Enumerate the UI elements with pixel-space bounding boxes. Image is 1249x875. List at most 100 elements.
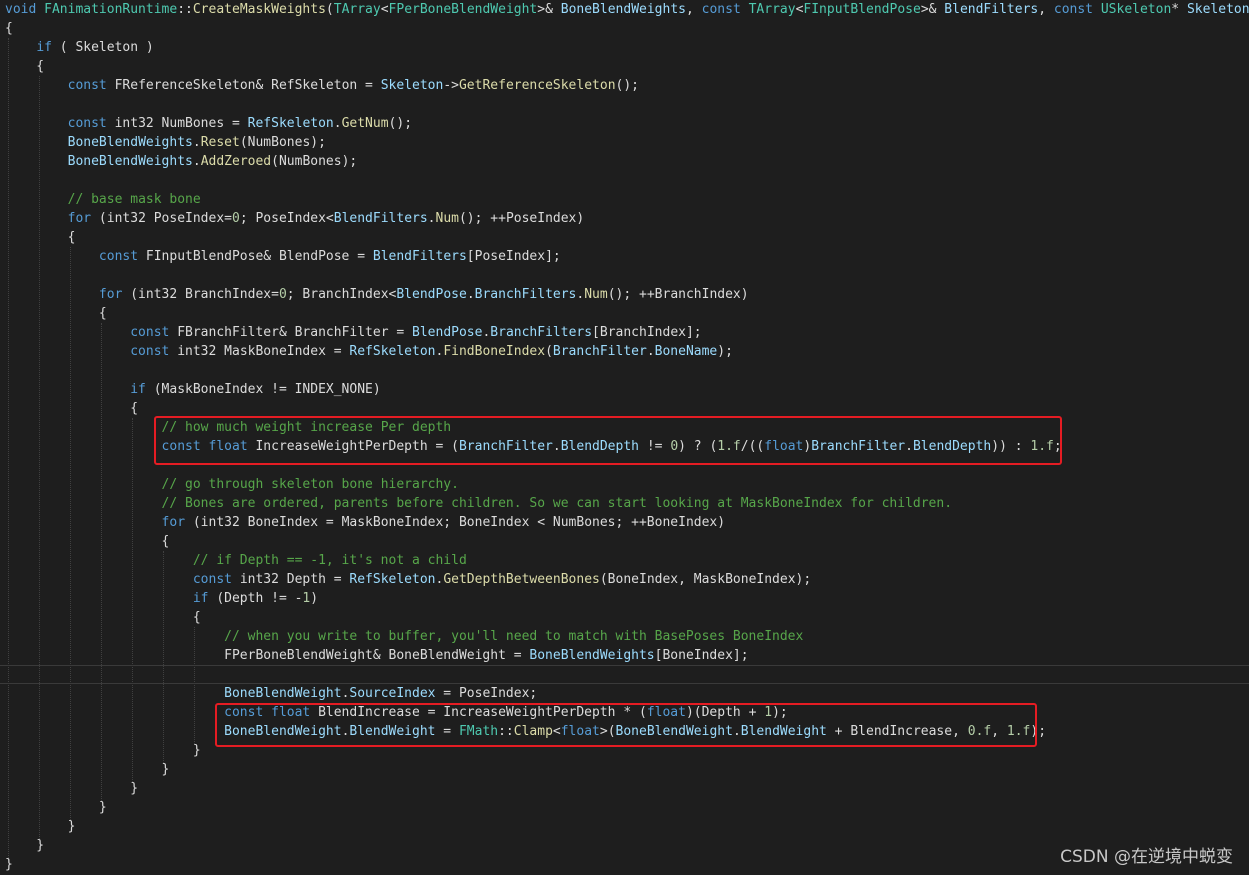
code-line[interactable] [5,361,1249,380]
code-token: FBranchFilter& BranchFilter = [177,325,413,340]
code-line[interactable] [5,95,1249,114]
code-token: FindBoneIndex [443,344,546,359]
code-line[interactable]: if (Depth != -1) [5,589,1249,608]
code-token: if [36,40,52,55]
code-token: { [5,401,139,416]
code-line[interactable]: if ( Skeleton ) [5,38,1249,57]
code-line[interactable]: BoneBlendWeight.SourceIndex = PoseIndex; [5,684,1249,703]
code-token: for [161,515,186,530]
code-token: } [5,838,45,853]
code-token: BranchFilters [490,325,593,340]
code-token: (int32 PoseIndex= [91,211,232,226]
code-line[interactable]: { [5,608,1249,627]
code-line[interactable]: const int32 Depth = RefSkeleton.GetDepth… [5,570,1249,589]
code-token: { [5,21,13,36]
code-token: } [5,819,76,834]
code-token: GetDepthBetweenBones [443,572,600,587]
code-token: BoneBlendWeights [67,154,193,169]
code-line[interactable] [5,266,1249,285]
code-token: , [685,2,702,17]
code-token: BlendPose [412,325,483,340]
code-line[interactable]: { [5,19,1249,38]
code-token: . [646,344,655,359]
code-line[interactable]: for (int32 BoneIndex = MaskBoneIndex; Bo… [5,513,1249,532]
code-token: BlendFilters [944,2,1039,17]
code-token: const [130,344,178,359]
code-token: >& [920,2,945,17]
code-line[interactable]: const FReferenceSkeleton& RefSkeleton = … [5,76,1249,95]
code-token: FReferenceSkeleton& RefSkeleton = [114,78,381,93]
code-line[interactable]: // base mask bone [5,190,1249,209]
code-token: { [5,59,45,74]
code-token: FPerBoneBlendWeight [388,2,538,17]
code-line[interactable]: if (MaskBoneIndex != INDEX_NONE) [5,380,1249,399]
code-line[interactable]: { [5,228,1249,247]
code-line[interactable]: const FInputBlendPose& BlendPose = Blend… [5,247,1249,266]
code-line[interactable]: for (int32 PoseIndex=0; PoseIndex<BlendF… [5,209,1249,228]
code-token: RefSkeleton [247,116,334,131]
code-token: BoneBlendWeight [224,686,342,701]
code-token: USkeleton [1100,2,1172,17]
code-token: ( Skeleton ) [51,40,154,55]
code-token: TArray [748,2,796,17]
code-token: . [192,135,201,150]
code-line[interactable]: } [5,817,1249,836]
code-line[interactable]: } [5,760,1249,779]
code-token: (int32 BranchIndex= [122,287,279,302]
code-line[interactable]: const FBranchFilter& BranchFilter = Blen… [5,323,1249,342]
code-line[interactable]: // go through skeleton bone hierarchy. [5,475,1249,494]
code-line[interactable]: for (int32 BranchIndex=0; BranchIndex<Bl… [5,285,1249,304]
code-token: // when you write to buffer, you'll need… [224,629,804,644]
code-token: // Bones are ordered, parents before chi… [161,496,953,511]
code-line[interactable]: { [5,532,1249,551]
code-token: const [701,2,749,17]
code-token: (); ++BranchIndex) [607,287,749,302]
code-token: TArray [333,2,381,17]
code-line[interactable]: // when you write to buffer, you'll need… [5,627,1249,646]
code-editor[interactable]: void FAnimationRuntime::CreateMaskWeight… [0,0,1249,875]
code-line[interactable]: BoneBlendWeights.AddZeroed(NumBones); [5,152,1249,171]
code-token: BranchFilters [474,287,577,302]
code-token: } [5,762,170,777]
code-line[interactable]: { [5,57,1249,76]
code-line[interactable] [5,665,1249,684]
code-token: ( [545,344,553,359]
code-token: [BoneIndex]; [654,648,749,663]
code-token: = PoseIndex; [435,686,538,701]
code-token: ); [717,344,733,359]
code-token: BoneBlendWeights [529,648,655,663]
code-token: CreateMaskWeights [192,2,326,17]
code-line[interactable]: void FAnimationRuntime::CreateMaskWeight… [5,0,1249,19]
code-line[interactable]: FPerBoneBlendWeight& BoneBlendWeight = B… [5,646,1249,665]
highlight-box-increase-weight [154,416,1062,465]
code-line[interactable]: } [5,779,1249,798]
code-token: :: [177,2,193,17]
code-line[interactable]: const int32 MaskBoneIndex = RefSkeleton.… [5,342,1249,361]
code-token: } [5,743,201,758]
code-token: 0 [232,211,240,226]
code-token: . [427,211,436,226]
code-line[interactable]: { [5,304,1249,323]
code-token: (BoneIndex, MaskBoneIndex); [599,572,812,587]
code-line[interactable] [5,171,1249,190]
code-token: if [130,382,146,397]
code-line[interactable]: BoneBlendWeights.Reset(NumBones); [5,133,1249,152]
code-line[interactable]: // if Depth == -1, it's not a child [5,551,1249,570]
code-line[interactable]: } [5,798,1249,817]
code-token: Num [435,211,459,226]
code-token: (); [615,78,640,93]
code-line[interactable]: const int32 NumBones = RefSkeleton.GetNu… [5,114,1249,133]
code-line[interactable]: // Bones are ordered, parents before chi… [5,494,1249,513]
